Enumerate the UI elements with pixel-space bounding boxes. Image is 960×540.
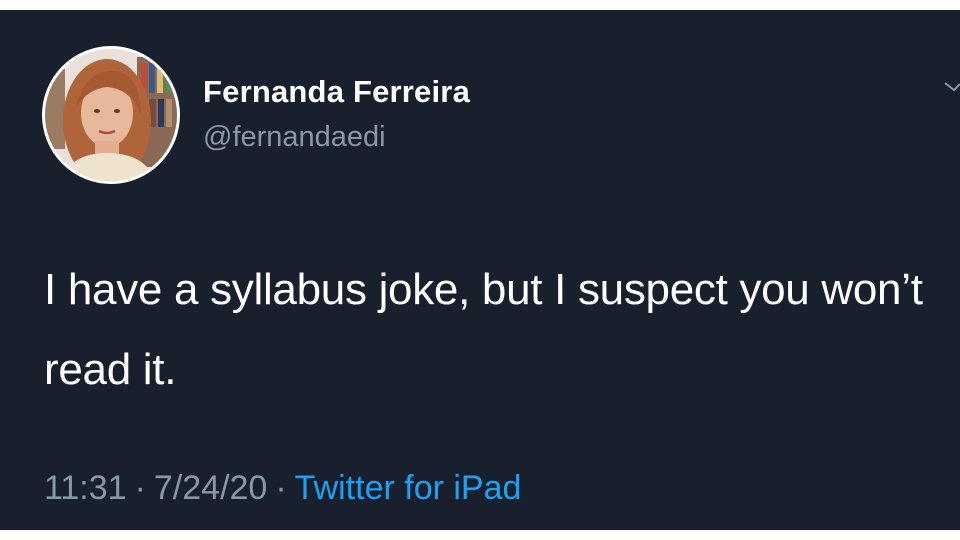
separator: · bbox=[134, 469, 146, 507]
tweet-meta: 11:31 · 7/24/20 · Twitter for iPad bbox=[44, 468, 521, 508]
avatar-photo bbox=[45, 49, 177, 181]
tweet-source-link[interactable]: Twitter for iPad bbox=[295, 469, 522, 507]
separator: · bbox=[275, 469, 287, 507]
chevron-down-icon[interactable] bbox=[942, 78, 960, 96]
tweet-date[interactable]: 7/24/20 bbox=[154, 469, 267, 507]
display-name[interactable]: Fernanda Ferreira bbox=[203, 74, 470, 110]
tweet-time[interactable]: 11:31 bbox=[44, 469, 127, 507]
tweet-card: Fernanda Ferreira @fernandaedi I have a … bbox=[0, 10, 960, 530]
author-block: Fernanda Ferreira @fernandaedi bbox=[203, 74, 470, 154]
handle[interactable]: @fernandaedi bbox=[203, 120, 470, 154]
avatar[interactable] bbox=[42, 46, 180, 184]
tweet-text: I have a syllabus joke, but I suspect yo… bbox=[44, 265, 923, 394]
